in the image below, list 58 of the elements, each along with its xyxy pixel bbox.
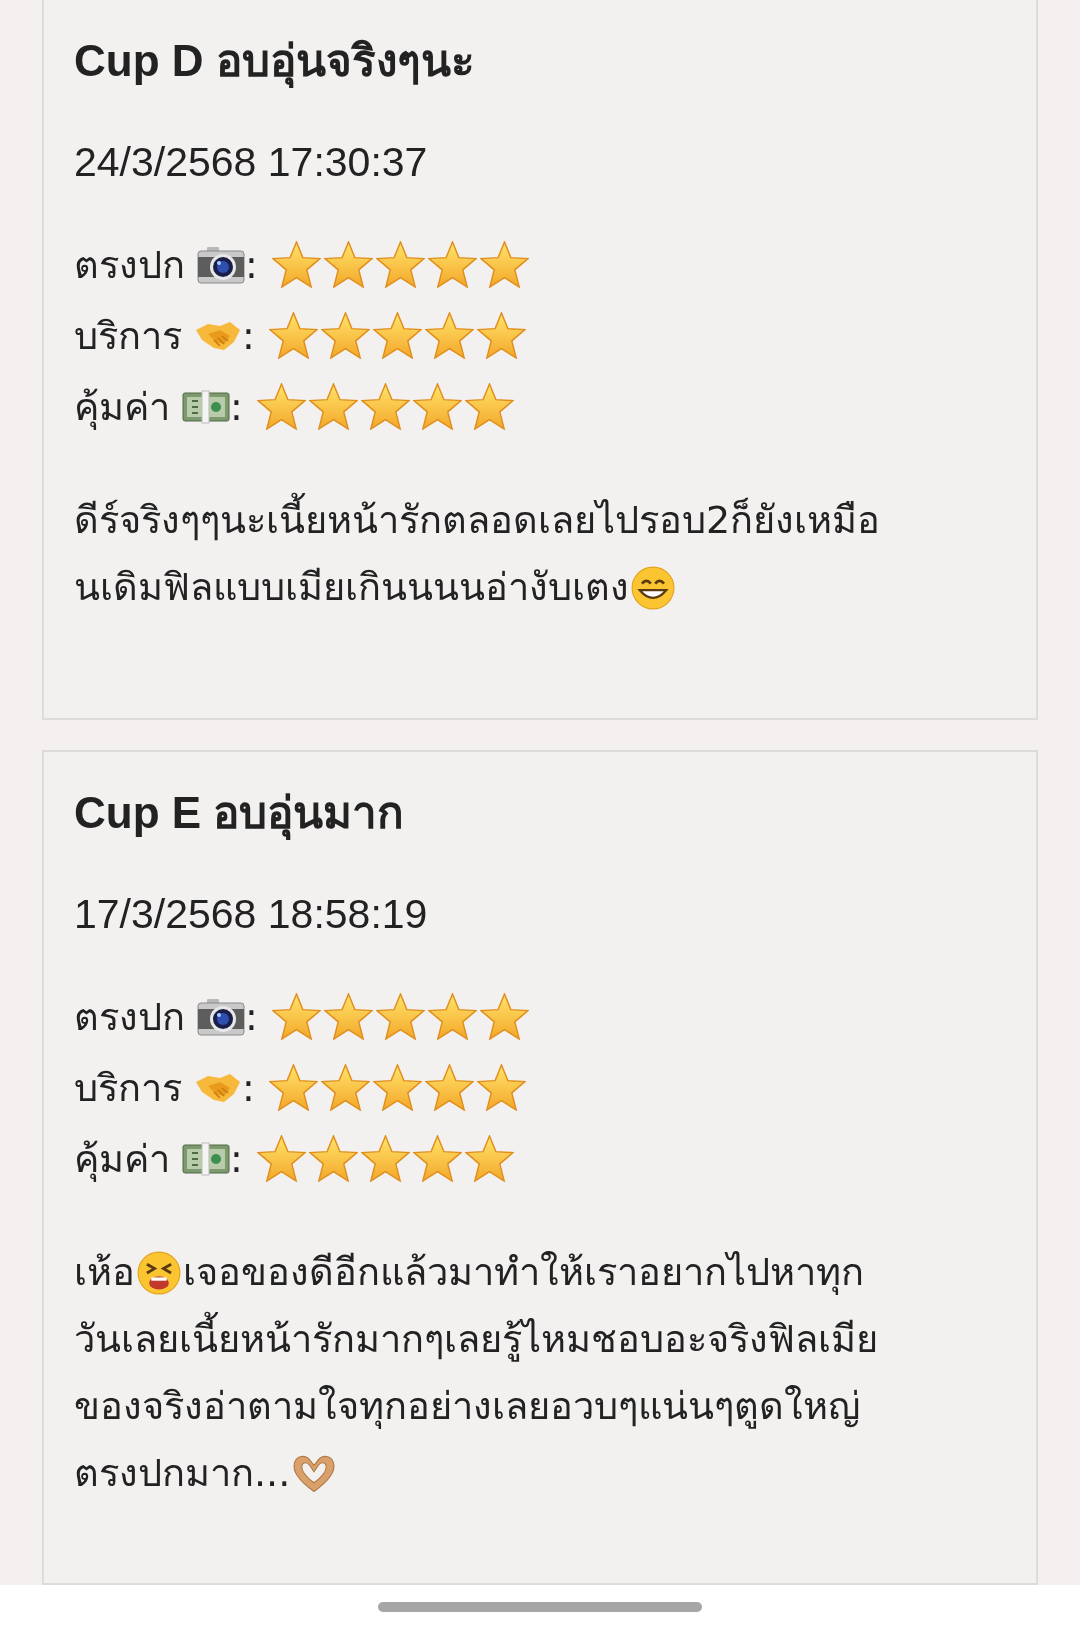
star-icon xyxy=(268,312,318,360)
rating-colon: : xyxy=(245,994,258,1039)
review-title: Cup E อบอุ่นมาก xyxy=(74,784,1006,842)
star-icon xyxy=(320,312,370,360)
rating-colon: : xyxy=(242,1065,255,1110)
star-icon xyxy=(427,241,477,289)
star-icon xyxy=(479,993,529,1041)
rating-label: ตรงปก xyxy=(74,994,185,1042)
review-date: 24/3/2568 17:30:37 xyxy=(74,139,429,187)
review-date: 17/3/2568 18:58:19 xyxy=(74,891,429,939)
camera-icon xyxy=(197,996,245,1037)
star-icon xyxy=(479,241,529,289)
star-icon xyxy=(424,1064,474,1112)
grinning-face-icon xyxy=(629,565,677,610)
review-text: นเดิมฟิลแบบเมียเกินนนนอ่างับเตง xyxy=(74,564,629,612)
rating-colon: : xyxy=(245,242,258,287)
rating-colon: : xyxy=(230,1136,243,1181)
rating-label: คุ้มค่า xyxy=(74,1136,170,1184)
star-icon xyxy=(360,383,410,431)
rating-label: บริการ xyxy=(74,313,182,361)
star-icon xyxy=(464,383,514,431)
review-text: เห้อ xyxy=(74,1249,135,1297)
star-icon xyxy=(476,1064,526,1112)
home-indicator[interactable] xyxy=(378,1602,702,1612)
star-icon xyxy=(375,241,425,289)
star-icon xyxy=(271,993,321,1041)
rating-label: คุ้มค่า xyxy=(74,384,170,432)
star-icon xyxy=(271,241,321,289)
review-text: ตรงปกมาก... xyxy=(74,1450,291,1498)
review-text: ดีร์จริงๆๆนะเนี้ยหน้ารักตลอดเลยไปรอบ2ก็ยังเหมือ xyxy=(74,487,881,555)
rating-colon: : xyxy=(242,313,255,358)
star-icon xyxy=(256,1135,306,1183)
star-icon xyxy=(424,312,474,360)
review-text: วันเลยเนี้ยหน้ารักมากๆเลยรู้ไหมชอบอะจริงฟิลเมีย xyxy=(74,1306,878,1374)
star-icon xyxy=(308,383,358,431)
star-icon xyxy=(412,383,462,431)
star-icon xyxy=(323,993,373,1041)
star-icon xyxy=(476,312,526,360)
star-icon xyxy=(427,993,477,1041)
review-text: เจอของดีอีกแล้วมาทำให้เราอยากไปหาทุก xyxy=(183,1249,864,1297)
star-icon xyxy=(464,1135,514,1183)
star-icon xyxy=(372,312,422,360)
star-icon xyxy=(308,1135,358,1183)
review-text: ของจริงอ่าตามใจทุกอย่างเลยอวบๆแน่นๆตูดใหญ่ xyxy=(74,1383,860,1431)
star-icon xyxy=(320,1064,370,1112)
star-icon xyxy=(360,1135,410,1183)
star-icon xyxy=(372,1064,422,1112)
review-title: Cup D อบอุ่นจริงๆนะ xyxy=(74,32,1006,90)
camera-icon xyxy=(197,244,245,285)
star-icon xyxy=(412,1135,462,1183)
star-icon xyxy=(323,241,373,289)
tired-face-icon xyxy=(135,1250,183,1295)
star-icon xyxy=(268,1064,318,1112)
rating-label: บริการ xyxy=(74,1065,182,1113)
star-icon xyxy=(256,383,306,431)
star-icon xyxy=(375,993,425,1041)
rating-colon: : xyxy=(230,384,243,429)
rating-label: ตรงปก xyxy=(74,242,185,290)
